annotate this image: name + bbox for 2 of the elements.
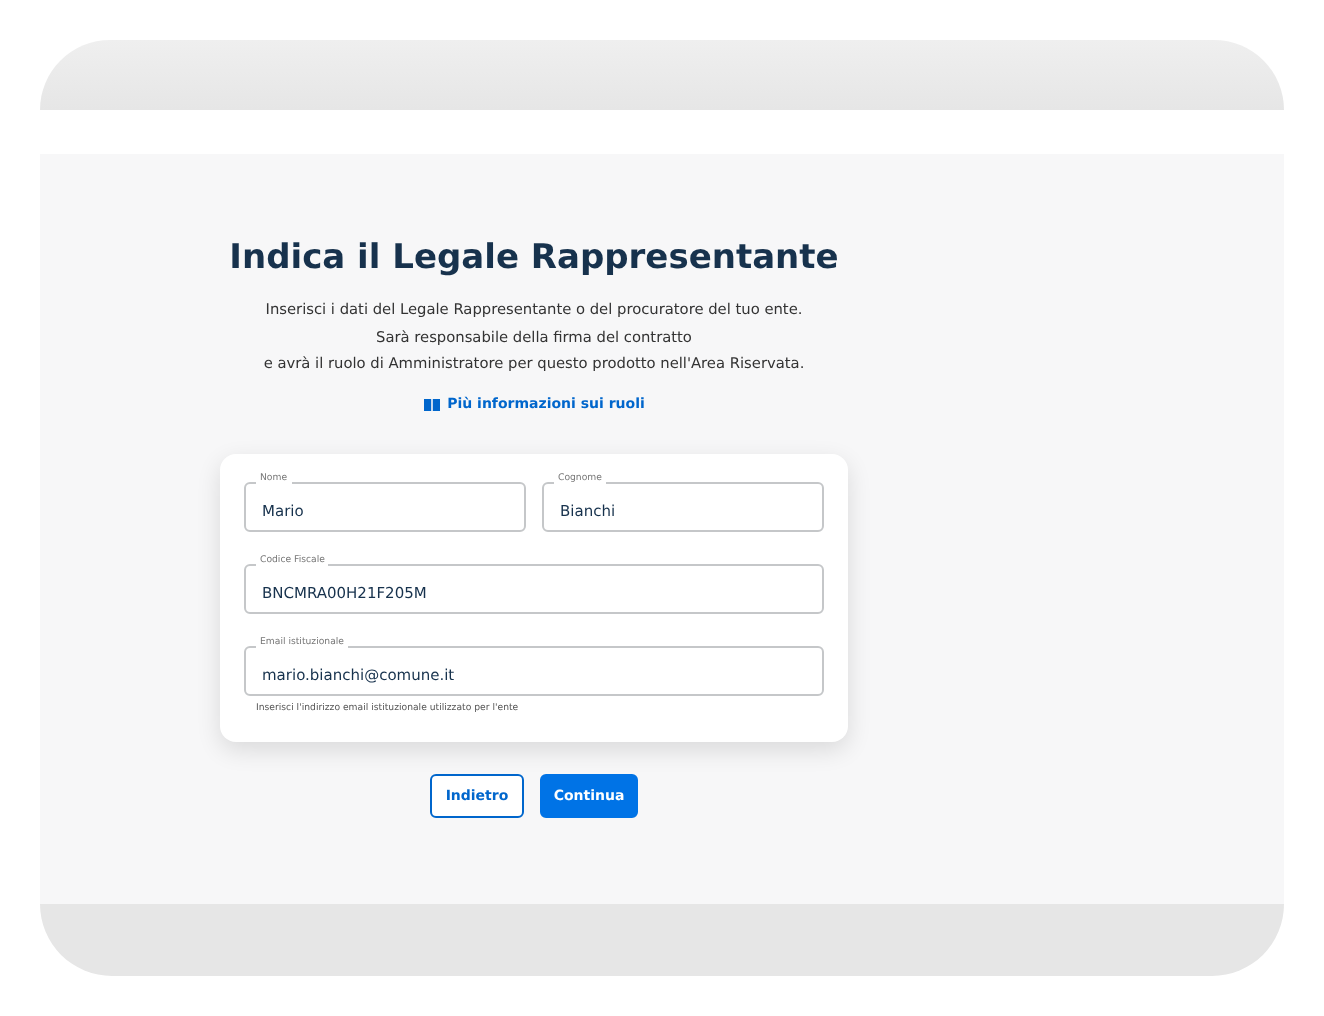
page-title: Indica il Legale Rappresentante <box>227 238 841 279</box>
book-icon <box>423 397 440 412</box>
